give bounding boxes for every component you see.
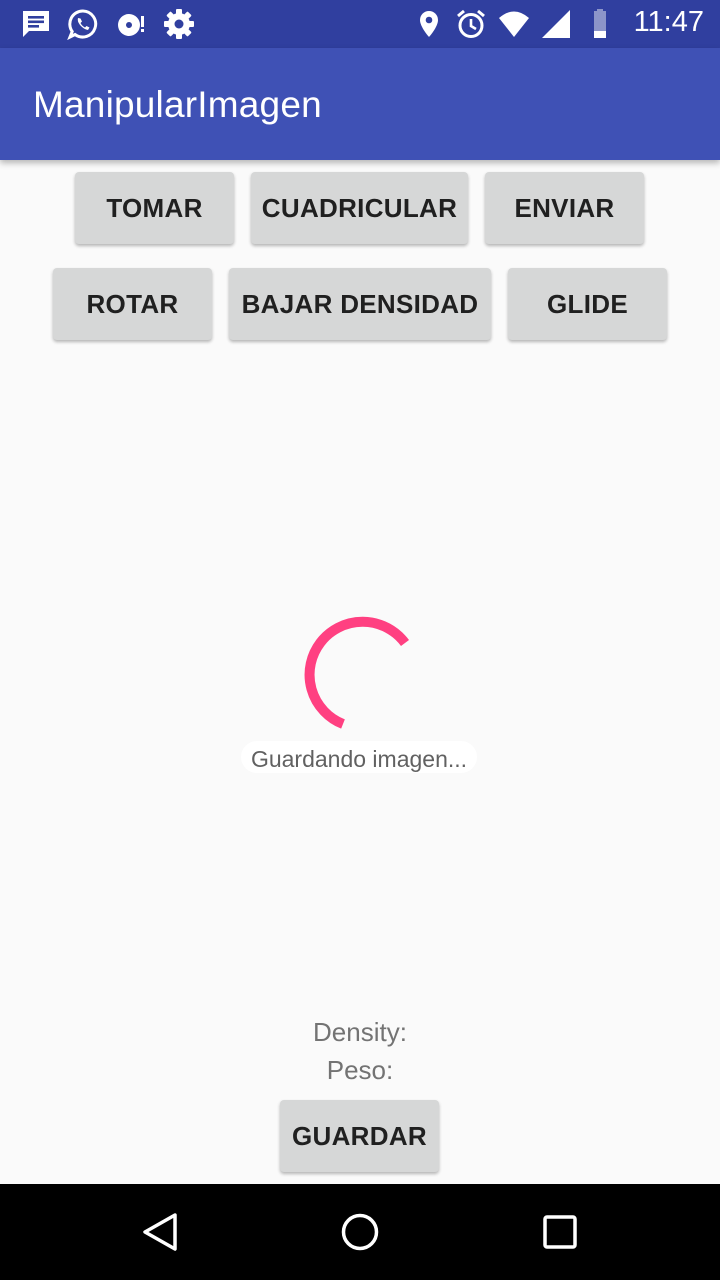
recents-icon[interactable]	[532, 1204, 588, 1260]
status-bar: 11:47	[0, 0, 720, 48]
alarm-clock-icon	[457, 9, 485, 38]
progress-spinner	[304, 616, 409, 729]
glide-button[interactable]: GLIDE	[508, 268, 667, 340]
settings-gear-icon	[164, 9, 194, 39]
density-label: Density:	[313, 1017, 407, 1047]
app-bar: ManipularImagen	[0, 48, 720, 160]
back-icon[interactable]	[132, 1204, 188, 1260]
tomar-button[interactable]: TOMAR	[75, 172, 234, 244]
bajar-densidad-button[interactable]: BAJAR DENSIDAD	[229, 268, 491, 340]
location-pin-icon	[420, 11, 438, 37]
wifi-icon	[499, 11, 529, 37]
sync-disc-icon	[118, 14, 144, 36]
enviar-button[interactable]: ENVIAR	[485, 172, 644, 244]
cuadricular-button[interactable]: CUADRICULAR	[251, 172, 468, 244]
app-title: ManipularImagen	[33, 84, 322, 125]
progress-message: Guardando imagen...	[241, 741, 477, 773]
peso-label: Peso:	[326, 1055, 394, 1085]
whatsapp-icon	[67, 9, 98, 40]
home-icon[interactable]	[332, 1204, 388, 1260]
message-icon	[23, 11, 49, 37]
navigation-bar	[0, 1184, 720, 1280]
rotar-button[interactable]: ROTAR	[53, 268, 212, 340]
status-time: 11:47	[633, 6, 704, 38]
battery-icon	[594, 9, 606, 38]
guardar-button[interactable]: GUARDAR	[280, 1100, 439, 1172]
cell-signal-icon	[542, 10, 570, 38]
